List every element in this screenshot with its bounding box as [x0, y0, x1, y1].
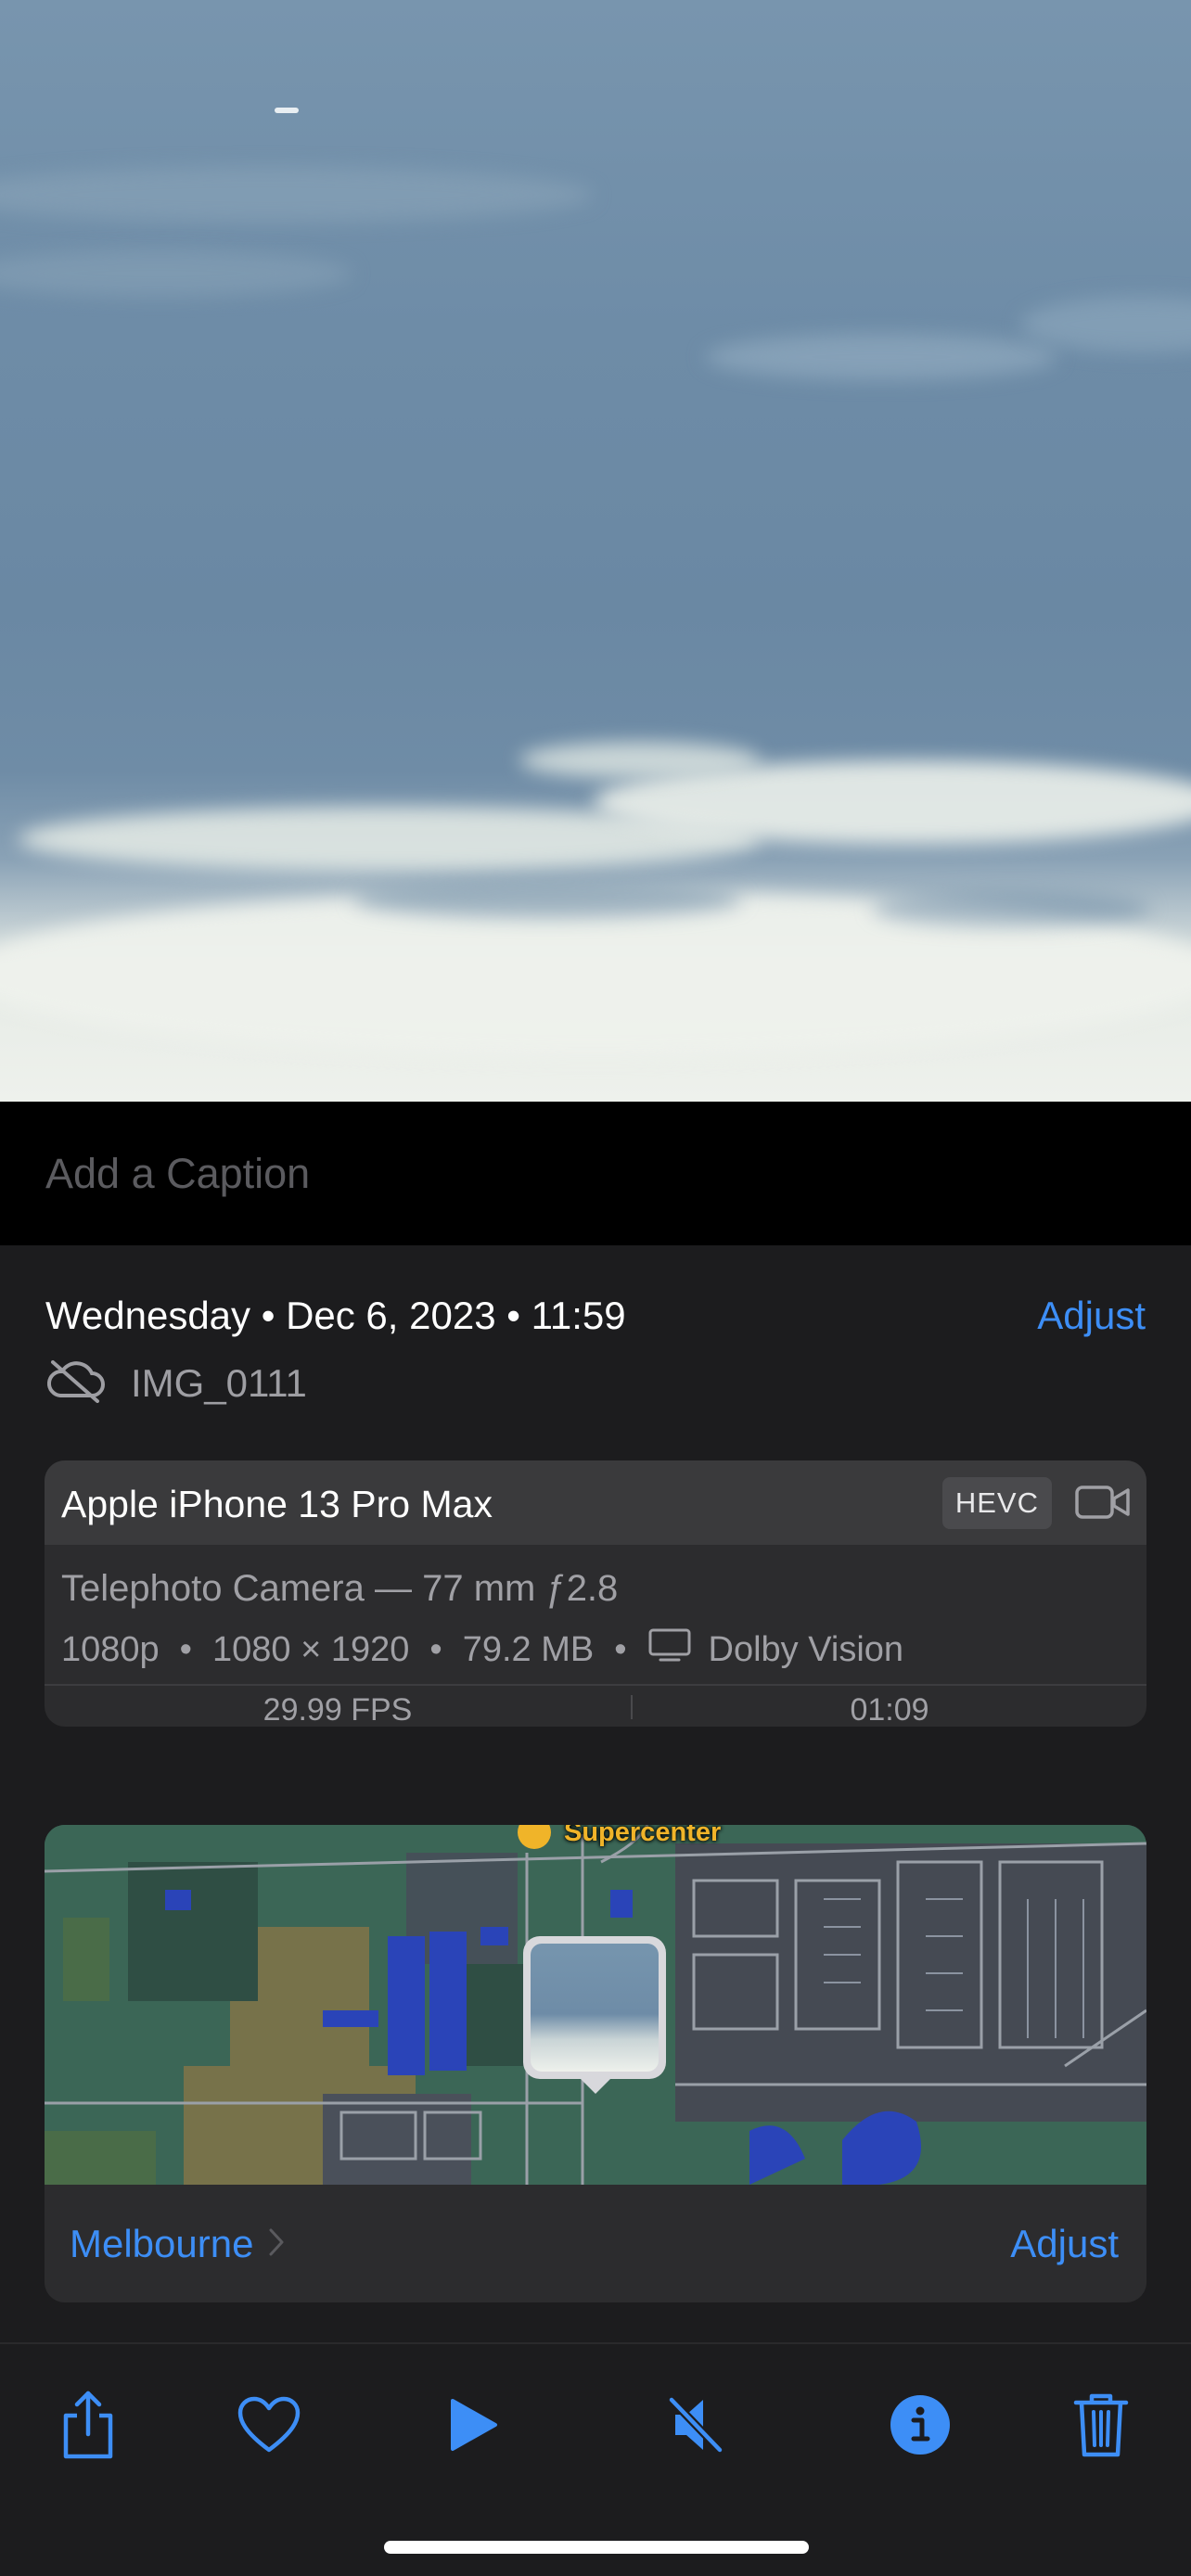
mute-icon — [666, 2394, 725, 2460]
duration: 01:09 — [850, 1692, 929, 1727]
location-footer: Melbourne Adjust — [45, 2185, 1146, 2302]
share-icon — [58, 2390, 118, 2465]
separator: • — [429, 1629, 442, 1669]
chevron-right-icon — [268, 2222, 285, 2266]
share-button[interactable] — [46, 2385, 130, 2468]
play-icon — [447, 2397, 499, 2457]
distant-object — [275, 108, 299, 113]
info-icon — [889, 2393, 952, 2461]
location-link[interactable]: Melbourne — [70, 2222, 285, 2266]
separator: • — [179, 1629, 192, 1669]
map-poi[interactable]: Supercenter — [518, 1825, 721, 1849]
dimensions: 1080 × 1920 — [211, 1629, 410, 1669]
pin-thumbnail — [531, 1944, 659, 2072]
map-view[interactable]: Supercenter — [45, 1825, 1146, 2185]
dark-cloud-gap — [872, 890, 1150, 927]
info-button[interactable] — [878, 2385, 962, 2468]
video-camera-icon — [1074, 1484, 1132, 1525]
caption-input[interactable]: Add a Caption — [45, 1150, 310, 1198]
hdr-format: Dolby Vision — [708, 1629, 904, 1669]
separator: • — [614, 1629, 627, 1669]
poi-marker-icon — [518, 1825, 551, 1849]
filename-row: IMG_0111 — [45, 1358, 307, 1408]
camera-card-header: Apple iPhone 13 Pro Max HEVC — [45, 1460, 1146, 1545]
date-time: Wednesday • Dec 6, 2023 • 11:59 — [45, 1294, 626, 1337]
file-size: 79.2 MB — [462, 1629, 595, 1669]
pin-tail — [579, 2077, 612, 2094]
codec-badge: HEVC — [941, 1477, 1052, 1529]
bottom-toolbar — [0, 2342, 1191, 2576]
cloud-streak — [0, 167, 594, 223]
city-name: Melbourne — [70, 2222, 254, 2265]
adjust-location-button[interactable]: Adjust — [1010, 2222, 1119, 2266]
cloud-streak — [519, 742, 761, 779]
cloud-streak — [1020, 297, 1191, 352]
heart-icon — [237, 2396, 301, 2458]
mute-button[interactable] — [654, 2385, 737, 2468]
filename: IMG_0111 — [131, 1360, 307, 1405]
poi-label: Supercenter — [564, 1825, 722, 1847]
trash-icon — [1073, 2391, 1129, 2463]
info-panel: Wednesday • Dec 6, 2023 • 11:59 Adjust I… — [0, 1245, 1191, 2342]
home-indicator[interactable] — [384, 2541, 809, 2554]
cloud-streak — [705, 334, 1057, 380]
resolution: 1080p — [61, 1629, 160, 1669]
cloud-streak — [0, 250, 352, 297]
location-card[interactable]: Supercenter Melbourne Adjust — [45, 1825, 1146, 2302]
cloud-slash-icon — [45, 1358, 107, 1408]
divider — [45, 1684, 1146, 1686]
camera-info-card: Apple iPhone 13 Pro Max HEVC Telephoto C… — [45, 1460, 1146, 1727]
adjust-date-button[interactable]: Adjust — [1037, 1294, 1146, 1338]
play-button[interactable] — [431, 2385, 515, 2468]
frame-rate: 29.99 FPS — [263, 1692, 413, 1727]
photo-viewer[interactable] — [0, 0, 1191, 1102]
caption-bar[interactable]: Add a Caption — [0, 1102, 1191, 1245]
dark-cloud-gap — [352, 881, 742, 918]
video-specs: 1080p • 1080 × 1920 • 79.2 MB • Dolby Vi… — [61, 1627, 903, 1672]
photo-location-pin[interactable] — [523, 1936, 666, 2079]
display-icon — [647, 1627, 692, 1672]
delete-button[interactable] — [1059, 2385, 1143, 2468]
device-model: Apple iPhone 13 Pro Max — [61, 1483, 493, 1525]
favorite-button[interactable] — [227, 2385, 311, 2468]
lens-info: Telephoto Camera — 77 mm ƒ2.8 — [61, 1568, 619, 1609]
